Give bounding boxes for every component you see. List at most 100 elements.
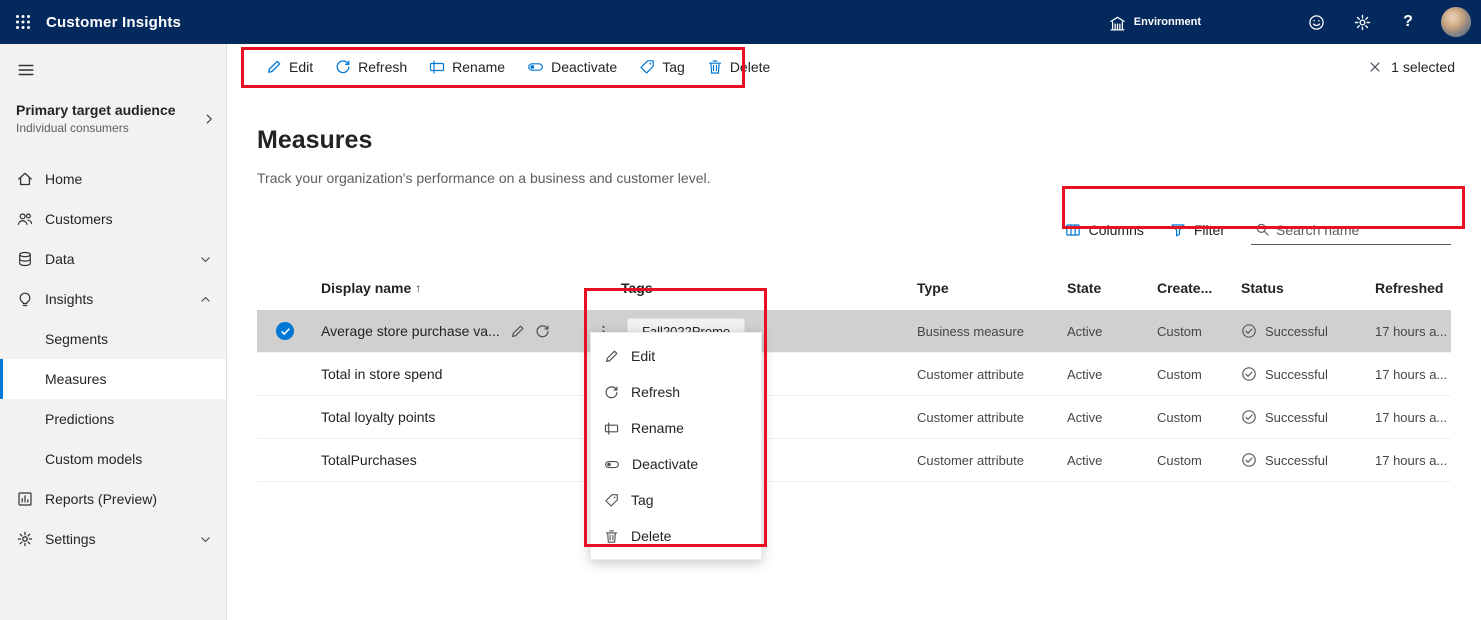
- audience-title: Primary target audience: [16, 102, 176, 118]
- lightbulb-icon: [17, 291, 33, 307]
- columns-button[interactable]: Columns: [1055, 213, 1154, 247]
- refresh-icon: [604, 385, 619, 400]
- measure-name-cell: TotalPurchases: [313, 452, 613, 468]
- refresh-button[interactable]: Refresh: [324, 49, 418, 85]
- deactivate-button[interactable]: Deactivate: [516, 49, 628, 85]
- sidebar-item-data[interactable]: Data: [0, 239, 226, 279]
- sidebar-item-label: Segments: [45, 331, 109, 347]
- table-row[interactable]: TotalPurchases Customer attribute Active…: [257, 439, 1451, 482]
- command-bar-actions: Edit Refresh Rename Deactivate Tag Delet…: [255, 49, 781, 85]
- collapse-nav-icon[interactable]: [4, 48, 48, 92]
- state-cell: Active: [1067, 366, 1103, 382]
- context-menu-refresh[interactable]: Refresh: [591, 374, 761, 410]
- sidebar-item-label: Settings: [45, 531, 96, 547]
- clear-selection-button[interactable]: 1 selected: [1360, 49, 1463, 85]
- sidebar-item-customers[interactable]: Customers: [0, 199, 226, 239]
- created-cell: Custom: [1157, 452, 1202, 468]
- deactivate-label: Deactivate: [551, 59, 618, 75]
- state-cell: Active: [1067, 323, 1103, 339]
- tag-button[interactable]: Tag: [628, 49, 696, 85]
- context-menu-edit[interactable]: Edit: [591, 338, 761, 374]
- app-title: Customer Insights: [46, 13, 182, 31]
- delete-label: Delete: [729, 59, 771, 75]
- main-area: Edit Refresh Rename Deactivate Tag Delet…: [227, 44, 1481, 620]
- measures-table: Display name ↑ Tags Type State Create...…: [257, 266, 1451, 482]
- header-label: Create...: [1157, 280, 1213, 296]
- feedback-smiley-icon[interactable]: [1295, 0, 1337, 44]
- row-checkbox[interactable]: [257, 322, 313, 340]
- filter-button[interactable]: Filter: [1160, 213, 1235, 247]
- search-icon: [1255, 222, 1270, 237]
- environment-picker[interactable]: Environment: [1109, 13, 1201, 32]
- sidebar-item-predictions[interactable]: Predictions: [0, 399, 226, 439]
- status-label: Successful: [1265, 409, 1328, 425]
- sidebar-item-custom-models[interactable]: Custom models: [0, 439, 226, 479]
- context-menu-rename[interactable]: Rename: [591, 410, 761, 446]
- sidebar-item-home[interactable]: Home: [0, 159, 226, 199]
- app-launcher-icon[interactable]: [0, 0, 46, 44]
- check-circle-icon: [1241, 409, 1257, 425]
- edit-label: Edit: [289, 59, 314, 75]
- type-cell: Customer attribute: [917, 452, 1024, 468]
- sidebar-item-insights[interactable]: Insights: [0, 279, 226, 319]
- topbar-actions: Environment ?: [1109, 0, 1481, 44]
- column-header-created[interactable]: Create...: [1149, 280, 1233, 296]
- sidebar-item-segments[interactable]: Segments: [0, 319, 226, 359]
- table-row[interactable]: Average store purchase va... Fall2022Pro…: [257, 310, 1451, 353]
- measure-name: Total loyalty points: [321, 409, 436, 425]
- context-menu-delete[interactable]: Delete: [591, 518, 761, 554]
- table-row[interactable]: Total loyalty points Customer attribute …: [257, 396, 1451, 439]
- rename-button[interactable]: Rename: [418, 49, 516, 85]
- selection-count: 1 selected: [1391, 59, 1455, 75]
- row-edit-pencil-icon[interactable]: [510, 324, 525, 339]
- delete-button[interactable]: Delete: [696, 49, 781, 85]
- help-icon[interactable]: ?: [1387, 0, 1429, 44]
- account-avatar[interactable]: [1441, 7, 1471, 37]
- status-label: Successful: [1265, 323, 1328, 339]
- close-icon: [1368, 60, 1382, 74]
- created-cell: Custom: [1157, 409, 1202, 425]
- sidebar-item-settings[interactable]: Settings: [0, 519, 226, 559]
- settings-gear-icon[interactable]: [1341, 0, 1383, 44]
- column-header-display-name[interactable]: Display name ↑: [313, 280, 613, 296]
- search-box: [1251, 215, 1457, 245]
- environment-label: Environment: [1133, 15, 1201, 28]
- edit-button[interactable]: Edit: [255, 49, 324, 85]
- table-row[interactable]: Total in store spend Customer attribute …: [257, 353, 1451, 396]
- search-input[interactable]: [1276, 221, 1457, 238]
- header-label: Status: [1241, 280, 1284, 296]
- measure-name: Average store purchase va...: [321, 323, 500, 339]
- refresh-icon: [335, 59, 351, 75]
- chevron-up-icon: [199, 293, 212, 306]
- audience-switcher[interactable]: Primary target audience Individual consu…: [0, 92, 226, 145]
- sort-ascending-icon: ↑: [415, 281, 422, 295]
- context-menu-tag[interactable]: Tag: [591, 482, 761, 518]
- type-cell: Business measure: [917, 323, 1024, 339]
- filter-label: Filter: [1193, 222, 1225, 238]
- sidebar-item-reports[interactable]: Reports (Preview): [0, 479, 226, 519]
- sidebar-item-measures[interactable]: Measures: [0, 359, 226, 399]
- type-cell: Customer attribute: [917, 409, 1024, 425]
- sidebar-nav: Home Customers Data Insights Segments Me…: [0, 159, 226, 559]
- sidebar-item-label: Data: [45, 251, 75, 267]
- context-menu-deactivate[interactable]: Deactivate: [591, 446, 761, 482]
- column-header-type[interactable]: Type: [909, 280, 1059, 296]
- environment-icon: [1109, 15, 1126, 32]
- menu-item-label: Rename: [631, 420, 684, 436]
- tag-label: Tag: [662, 59, 685, 75]
- tag-icon: [604, 493, 619, 508]
- sidebar-item-label: Customers: [45, 211, 113, 227]
- header-label: State: [1067, 280, 1102, 296]
- row-refresh-icon[interactable]: [535, 324, 550, 339]
- table-header-row: Display name ↑ Tags Type State Create...…: [257, 266, 1451, 310]
- customer-insights-app: Customer Insights Environment ? Primary …: [0, 0, 1481, 620]
- chevron-right-icon: [202, 112, 216, 126]
- measure-name: Total in store spend: [321, 366, 443, 382]
- page-subtitle: Track your organization's performance on…: [257, 170, 711, 186]
- column-header-refreshed[interactable]: Refreshed: [1359, 280, 1451, 296]
- column-header-status[interactable]: Status: [1233, 280, 1359, 296]
- column-header-state[interactable]: State: [1059, 280, 1149, 296]
- column-header-tags[interactable]: Tags: [613, 280, 909, 296]
- columns-icon: [1065, 222, 1081, 238]
- menu-item-label: Deactivate: [632, 456, 699, 472]
